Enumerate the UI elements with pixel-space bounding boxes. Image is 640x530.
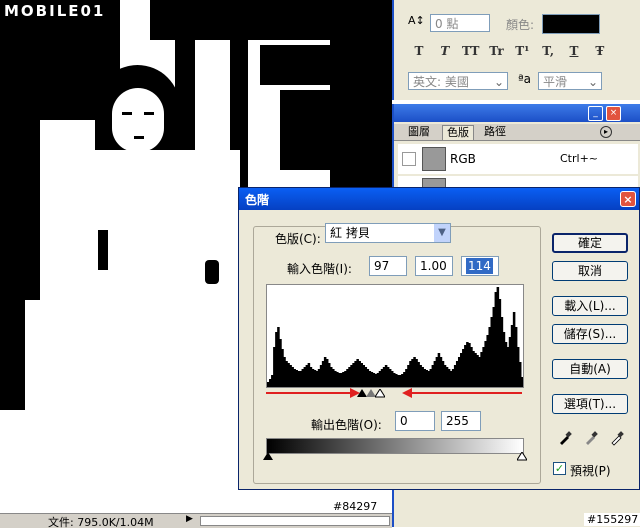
channel-name: RGB [450, 152, 476, 166]
faux-italic-button[interactable]: T [434, 44, 456, 58]
status-bar: 文件: 795.0K/1.04M ▶ [0, 513, 392, 529]
antialias-select[interactable]: 平滑 ⌄ [538, 72, 602, 90]
output-white-field[interactable]: 255 [441, 411, 481, 431]
subscript-button[interactable]: T, [537, 44, 559, 58]
all-caps-button[interactable]: TT [460, 44, 482, 58]
underline-button[interactable]: T [563, 44, 585, 58]
input-gamma-field[interactable]: 1.00 [415, 256, 453, 276]
horizontal-scrollbar[interactable] [200, 516, 390, 526]
cancel-button[interactable]: 取消 [552, 261, 628, 281]
output-gradient [266, 438, 524, 454]
channel-thumbnail [422, 147, 446, 171]
panel-tabs: 圖層 色版 路徑 ▸ [394, 124, 640, 141]
black-eyedropper-icon[interactable] [557, 430, 573, 446]
preview-label: 預視(P) [570, 464, 611, 478]
panel-titlebar[interactable]: _ × [394, 104, 640, 122]
tab-paths[interactable]: 路徑 [480, 125, 510, 139]
document-info: 文件: 795.0K/1.04M [48, 516, 154, 529]
size-field[interactable]: 0 點 [430, 14, 490, 32]
chevron-down-icon: ⌄ [587, 75, 598, 89]
ok-button[interactable]: 確定 [552, 233, 628, 253]
superscript-button[interactable]: T¹ [511, 44, 533, 58]
dialog-title: 色階 [245, 193, 270, 207]
panel-menu-icon[interactable]: ▸ [600, 126, 612, 138]
output-levels-label: 輸出色階(O): [311, 418, 382, 432]
output-black-field[interactable]: 0 [395, 411, 435, 431]
gray-eyedropper-icon[interactable] [583, 430, 599, 446]
histogram-plot [267, 287, 524, 387]
white-eyedropper-icon[interactable] [609, 430, 625, 446]
strikethrough-button[interactable]: Ŧ [589, 44, 611, 58]
leading-icon: A↕ [408, 14, 425, 27]
post-id-tag: #155297 [584, 513, 640, 526]
post-id-tag: #84297 [330, 500, 381, 513]
tab-layers[interactable]: 圖層 [404, 125, 434, 139]
dialog-titlebar[interactable]: 色階 × [239, 188, 639, 210]
input-white-value: 114 [466, 258, 493, 274]
channel-label: 色版(C): [275, 232, 321, 246]
tab-channels[interactable]: 色版 [442, 125, 474, 140]
color-label: 顏色: [506, 18, 535, 32]
channel-select[interactable]: 紅 拷貝 ▼ [325, 223, 451, 243]
watermark-logo: MOBILE01 [4, 2, 106, 20]
input-white-field[interactable]: 114 [461, 256, 499, 276]
preview-checkbox[interactable]: ✓ [553, 462, 566, 475]
antialias-value: 平滑 [543, 75, 568, 89]
annotation-arrows [266, 388, 522, 398]
faux-bold-button[interactable]: T [408, 44, 430, 58]
output-black-slider[interactable] [263, 452, 273, 460]
chevron-down-icon[interactable]: ▼ [434, 224, 450, 242]
levels-dialog: 色階 × 色版(C): 紅 拷貝 ▼ 輸入色階(I): 97 1.00 114 … [238, 187, 640, 490]
chevron-down-icon: ⌄ [493, 75, 504, 89]
language-select[interactable]: 英文: 美國 ⌄ [408, 72, 508, 90]
input-black-field[interactable]: 97 [369, 256, 407, 276]
color-swatch[interactable] [542, 14, 600, 34]
output-white-slider[interactable] [517, 452, 527, 461]
close-icon[interactable]: × [606, 106, 621, 121]
small-caps-button[interactable]: Tr [485, 44, 507, 58]
options-button[interactable]: 選項(T)... [552, 394, 628, 414]
language-value: 英文: 美國 [413, 75, 469, 89]
histogram [266, 284, 524, 388]
channel-row-rgb[interactable]: RGB Ctrl+~ [398, 144, 638, 174]
save-button[interactable]: 儲存(S)... [552, 324, 628, 344]
minimize-icon[interactable]: _ [588, 106, 603, 121]
input-levels-label: 輸入色階(I): [287, 262, 352, 276]
visibility-eye-icon[interactable] [402, 152, 416, 166]
close-icon[interactable]: × [620, 191, 636, 207]
auto-button[interactable]: 自動(A) [552, 359, 628, 379]
status-arrow-icon[interactable]: ▶ [186, 514, 193, 524]
antialias-icon: ªa [518, 72, 532, 86]
character-panel: A↕ 0 點 顏色: T T TT Tr T¹ T, T Ŧ 英文: 美國 ⌄ … [392, 0, 640, 100]
channel-value: 紅 拷貝 [330, 226, 370, 240]
channel-shortcut: Ctrl+~ [560, 152, 599, 165]
load-button[interactable]: 載入(L)... [552, 296, 628, 316]
